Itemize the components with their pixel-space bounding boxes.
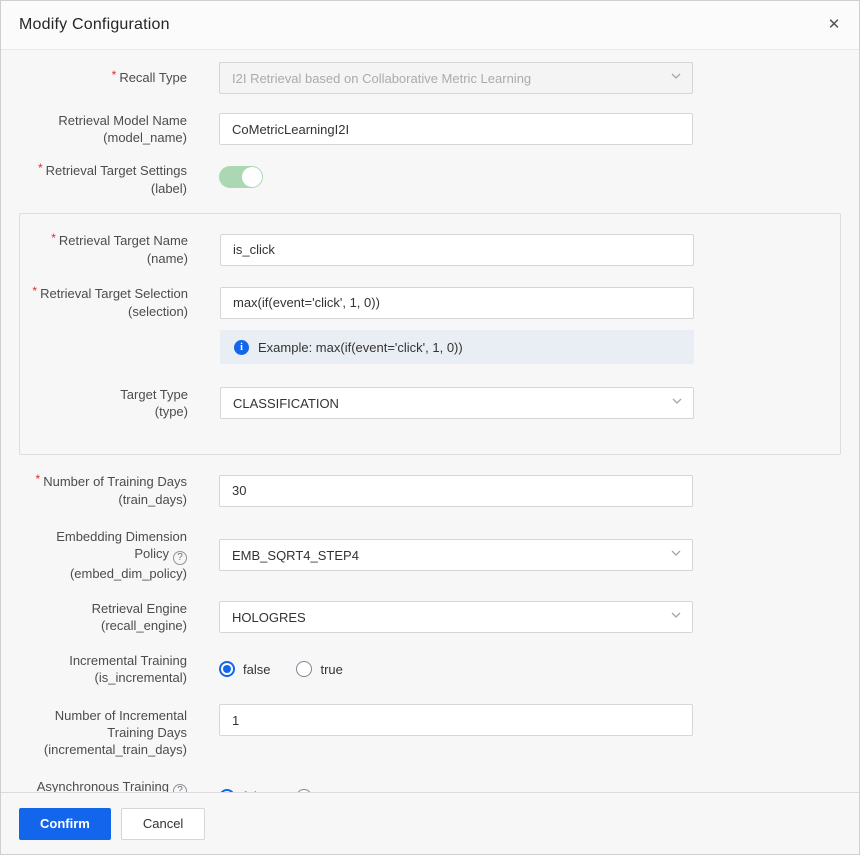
radio-checked-icon <box>219 789 235 793</box>
target-selection-control <box>220 287 694 319</box>
dialog-body: *Recall Type I2I Retrieval based on Coll… <box>1 50 859 792</box>
info-icon: i <box>234 340 249 355</box>
modify-configuration-dialog: Modify Configuration ✕ *Recall Type I2I … <box>0 0 860 855</box>
target-settings-control <box>219 166 693 193</box>
dialog-title: Modify Configuration <box>19 16 170 34</box>
embed-dim-policy-value: EMB_SQRT4_STEP4 <box>232 548 359 563</box>
target-type-control: CLASSIFICATION <box>220 387 694 419</box>
is-incremental-radio-group: false true <box>219 661 693 677</box>
target-settings-label: *Retrieval Target Settings (label) <box>19 162 187 197</box>
is-incremental-label: Incremental Training (is_incremental) <box>19 652 187 686</box>
row-embed-dim-policy: Embedding Dimension Policy? (embed_dim_p… <box>19 528 841 582</box>
close-icon[interactable]: ✕ <box>821 11 847 37</box>
recall-type-label: *Recall Type <box>19 69 187 87</box>
target-type-select[interactable]: CLASSIFICATION <box>220 387 694 419</box>
cancel-button[interactable]: Cancel <box>121 808 205 840</box>
confirm-button[interactable]: Confirm <box>19 808 111 840</box>
required-mark: * <box>51 231 56 245</box>
recall-engine-label: Retrieval Engine (recall_engine) <box>19 600 187 634</box>
recall-type-value: I2I Retrieval based on Collaborative Met… <box>232 71 531 86</box>
retrieval-target-group: *Retrieval Target Name (name) *Retrieval… <box>19 213 841 455</box>
is-async-radio-group: false true <box>219 789 693 793</box>
is-async-label: Asynchronous Training? (is_async) <box>19 778 187 792</box>
row-target-name: *Retrieval Target Name (name) <box>20 232 840 267</box>
row-is-incremental: Incremental Training (is_incremental) fa… <box>19 652 841 686</box>
recall-type-select[interactable]: I2I Retrieval based on Collaborative Met… <box>219 62 693 94</box>
embed-dim-policy-label: Embedding Dimension Policy? (embed_dim_p… <box>19 528 187 582</box>
radio-unchecked-icon <box>296 789 312 793</box>
row-recall-type: *Recall Type I2I Retrieval based on Coll… <box>19 62 841 94</box>
model-name-label: Retrieval Model Name (model_name) <box>19 112 187 146</box>
radio-option-false[interactable]: false <box>219 789 270 793</box>
row-target-selection: *Retrieval Target Selection (selection) <box>20 285 840 320</box>
selection-hint-text: Example: max(if(event='click', 1, 0)) <box>258 340 463 355</box>
train-days-input[interactable] <box>219 475 693 507</box>
row-train-days: *Number of Training Days (train_days) <box>19 473 841 508</box>
radio-option-true[interactable]: true <box>296 789 342 793</box>
row-selection-hint: i Example: max(if(event='click', 1, 0)) <box>20 330 840 364</box>
incremental-train-days-input[interactable] <box>219 704 693 736</box>
dialog-header: Modify Configuration ✕ <box>1 1 859 50</box>
embed-dim-policy-select[interactable]: EMB_SQRT4_STEP4 <box>219 539 693 571</box>
target-name-input[interactable] <box>220 234 694 266</box>
target-settings-toggle[interactable] <box>219 166 263 188</box>
toggle-knob-icon <box>242 167 262 187</box>
target-name-label: *Retrieval Target Name (name) <box>20 232 188 267</box>
incremental-train-days-label: Number of Incremental Training Days (inc… <box>19 704 187 758</box>
model-name-control <box>219 113 693 145</box>
is-incremental-control: false true <box>219 661 693 677</box>
row-is-async: Asynchronous Training? (is_async) false … <box>19 778 841 792</box>
target-name-control <box>220 234 694 266</box>
model-name-input[interactable] <box>219 113 693 145</box>
target-type-value: CLASSIFICATION <box>233 396 339 411</box>
dialog-footer: Confirm Cancel <box>1 792 859 854</box>
recall-engine-value: HOLOGRES <box>232 610 306 625</box>
incremental-train-days-control <box>219 704 693 736</box>
recall-engine-control: HOLOGRES <box>219 601 693 633</box>
selection-hint-box: i Example: max(if(event='click', 1, 0)) <box>220 330 694 364</box>
target-selection-input[interactable] <box>220 287 694 319</box>
train-days-label: *Number of Training Days (train_days) <box>19 473 187 508</box>
target-selection-label: *Retrieval Target Selection (selection) <box>20 285 188 320</box>
recall-type-control: I2I Retrieval based on Collaborative Met… <box>219 62 693 94</box>
target-type-label: Target Type (type) <box>20 386 188 420</box>
embed-dim-policy-control: EMB_SQRT4_STEP4 <box>219 539 693 571</box>
row-target-settings: *Retrieval Target Settings (label) <box>19 162 841 197</box>
train-days-control <box>219 475 693 507</box>
row-incremental-train-days: Number of Incremental Training Days (inc… <box>19 704 841 758</box>
radio-option-false[interactable]: false <box>219 661 270 677</box>
is-async-control: false true <box>219 789 693 793</box>
row-model-name: Retrieval Model Name (model_name) <box>19 112 841 146</box>
recall-engine-select[interactable]: HOLOGRES <box>219 601 693 633</box>
radio-unchecked-icon <box>296 661 312 677</box>
required-mark: * <box>36 472 41 486</box>
row-target-type: Target Type (type) CLASSIFICATION <box>20 386 840 420</box>
help-icon[interactable]: ? <box>173 551 187 565</box>
required-mark: * <box>112 68 117 82</box>
help-icon[interactable]: ? <box>173 784 187 792</box>
radio-checked-icon <box>219 661 235 677</box>
radio-option-true[interactable]: true <box>296 661 342 677</box>
required-mark: * <box>38 161 43 175</box>
row-recall-engine: Retrieval Engine (recall_engine) HOLOGRE… <box>19 600 841 634</box>
required-mark: * <box>32 284 37 298</box>
